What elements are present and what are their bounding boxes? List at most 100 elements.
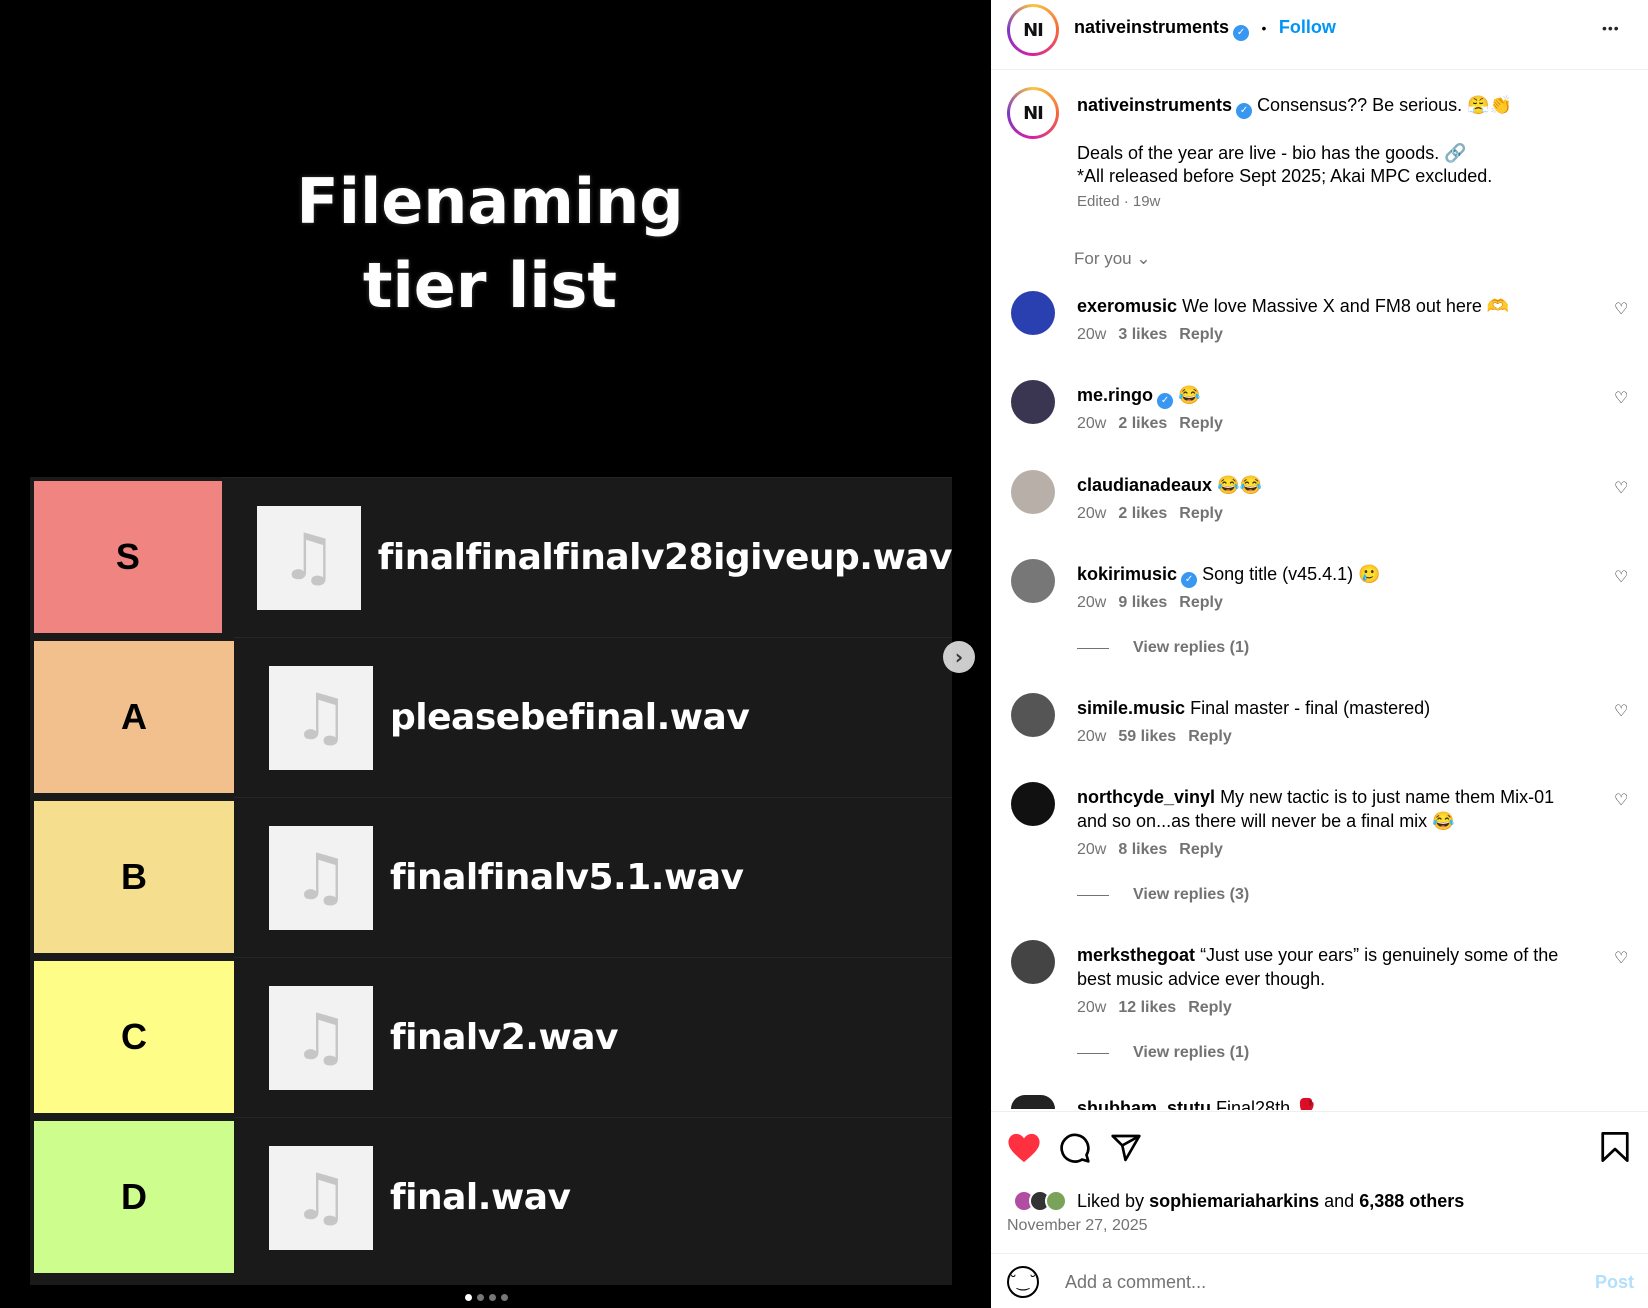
comment-likes[interactable]: 59 likes bbox=[1118, 728, 1176, 745]
comment-body: me.ringo ✓ 😂 bbox=[1077, 383, 1587, 409]
tier-row: S ♫ finalfinalfinalv28igiveup.wav bbox=[30, 477, 953, 637]
divider-line bbox=[1077, 647, 1109, 649]
carousel-indicator bbox=[465, 1294, 508, 1301]
view-replies-button[interactable]: View replies (1) bbox=[1077, 639, 1249, 657]
tier-label: A bbox=[34, 641, 234, 793]
comment-text: Final28th 🥊 bbox=[1216, 1098, 1318, 1110]
like-comment-icon[interactable]: ♡ bbox=[1614, 791, 1632, 809]
view-replies-label: View replies (1) bbox=[1133, 1044, 1250, 1061]
audio-file-thumbnail: ♫ bbox=[269, 665, 373, 770]
author-username[interactable]: nativeinstruments bbox=[1074, 17, 1229, 37]
next-slide-button[interactable]: › bbox=[943, 641, 975, 673]
bookmark-icon[interactable] bbox=[1601, 1132, 1629, 1162]
comment-sort-dropdown[interactable]: For you ⌄ bbox=[1074, 249, 1151, 269]
emoji-picker-icon[interactable]: ˘‿˘ bbox=[1007, 1266, 1039, 1298]
comment-body: northcyde_vinyl My new tactic is to just… bbox=[1077, 785, 1587, 833]
post-viewer: Filenaming tier list S ♫ finalfinalfinal… bbox=[0, 0, 1648, 1308]
comment-username[interactable]: claudianadeaux bbox=[1077, 475, 1212, 495]
like-comment-icon[interactable]: ♡ bbox=[1614, 389, 1632, 407]
comment-input[interactable]: Add a comment... bbox=[1065, 1272, 1206, 1293]
like-comment-icon[interactable]: ♡ bbox=[1614, 479, 1632, 497]
follow-button[interactable]: Follow bbox=[1279, 17, 1336, 37]
comment-meta: 20w 9 likes Reply bbox=[1077, 594, 1223, 612]
post-media[interactable]: Filenaming tier list S ♫ finalfinalfinal… bbox=[0, 0, 991, 1308]
separator: • bbox=[1261, 20, 1267, 36]
carousel-dot bbox=[465, 1294, 472, 1301]
author-avatar[interactable]: NI bbox=[1007, 4, 1059, 56]
more-options-icon[interactable]: ••• bbox=[1602, 20, 1620, 36]
view-replies-button[interactable]: View replies (3) bbox=[1077, 886, 1249, 904]
reply-button[interactable]: Reply bbox=[1179, 594, 1223, 611]
commenter-avatar[interactable] bbox=[1011, 940, 1055, 984]
audio-file-thumbnail: ♫ bbox=[256, 505, 361, 610]
liked-by-prefix: Liked by bbox=[1077, 1191, 1145, 1211]
reply-button[interactable]: Reply bbox=[1179, 415, 1223, 432]
comment-time: 20w bbox=[1077, 728, 1107, 745]
comment-likes[interactable]: 9 likes bbox=[1118, 594, 1167, 611]
caption: nativeinstruments ✓ Consensus?? Be seriou… bbox=[1077, 95, 1627, 210]
share-icon[interactable] bbox=[1110, 1132, 1142, 1164]
caption-text-line2: Deals of the year are live - bio has the… bbox=[1077, 143, 1467, 163]
commenter-avatar[interactable] bbox=[1011, 559, 1055, 603]
tier-label: S bbox=[34, 481, 222, 633]
comment-text: Final master - final (mastered) bbox=[1190, 698, 1431, 718]
tier-row: C ♫ finalv2.wav bbox=[30, 957, 952, 1117]
comment-time: 20w bbox=[1077, 594, 1107, 611]
tier-row: B ♫ finalfinalv5.1.wav bbox=[30, 797, 952, 957]
comment-likes[interactable]: 3 likes bbox=[1118, 326, 1167, 343]
comment-username[interactable]: me.ringo bbox=[1077, 385, 1153, 405]
comment-likes[interactable]: 2 likes bbox=[1118, 505, 1167, 522]
post-comment-button[interactable]: Post bbox=[1595, 1272, 1634, 1293]
audio-file-thumbnail: ♫ bbox=[269, 825, 373, 930]
like-comment-icon[interactable]: ♡ bbox=[1614, 702, 1632, 720]
comment-likes[interactable]: 2 likes bbox=[1118, 415, 1167, 432]
comment-time: 20w bbox=[1077, 326, 1107, 343]
comment-username[interactable]: merksthegoat bbox=[1077, 945, 1195, 965]
commenter-avatar[interactable] bbox=[1011, 380, 1055, 424]
comment-username[interactable]: exeromusic bbox=[1077, 296, 1177, 316]
like-comment-icon[interactable]: ♡ bbox=[1614, 949, 1632, 967]
chevron-down-icon: ⌄ bbox=[1136, 249, 1151, 269]
comment-body: kokirimusic ✓ Song title (v45.4.1) 🥲 bbox=[1077, 562, 1587, 588]
commenter-avatar[interactable] bbox=[1011, 291, 1055, 335]
comment-body: merksthegoat “Just use your ears” is gen… bbox=[1077, 943, 1587, 991]
comment-time: 20w bbox=[1077, 505, 1107, 522]
liked-by-user[interactable]: sophiemariaharkins bbox=[1149, 1191, 1319, 1211]
music-note-icon: ♫ bbox=[292, 1160, 350, 1235]
comment-username[interactable]: shubham_stutu bbox=[1077, 1098, 1211, 1110]
caption-username[interactable]: nativeinstruments bbox=[1077, 95, 1232, 115]
comment-likes[interactable]: 8 likes bbox=[1118, 841, 1167, 858]
like-comment-icon[interactable]: ♡ bbox=[1614, 300, 1632, 318]
comment-meta: 20w 12 likes Reply bbox=[1077, 999, 1232, 1017]
file-name: final.wav bbox=[390, 1177, 571, 1218]
comment-icon[interactable] bbox=[1059, 1132, 1091, 1164]
add-comment-bar: ˘‿˘ Add a comment... Post bbox=[991, 1253, 1648, 1308]
comment-username[interactable]: northcyde_vinyl bbox=[1077, 787, 1215, 807]
reply-button[interactable]: Reply bbox=[1179, 505, 1223, 522]
reply-button[interactable]: Reply bbox=[1188, 999, 1232, 1016]
music-note-icon: ♫ bbox=[280, 520, 338, 595]
carousel-dot bbox=[477, 1294, 484, 1301]
commenter-avatar[interactable] bbox=[1011, 470, 1055, 514]
comment-time: 20w bbox=[1077, 415, 1107, 432]
audio-file-thumbnail: ♫ bbox=[269, 1145, 373, 1250]
comment-text: My new tactic is to just name them Mix-0… bbox=[1220, 787, 1555, 807]
comment-text: Song title (v45.4.1) 🥲 bbox=[1202, 564, 1381, 584]
comment-likes[interactable]: 12 likes bbox=[1118, 999, 1176, 1016]
music-note-icon: ♫ bbox=[292, 1000, 350, 1075]
comment-username[interactable]: kokirimusic bbox=[1077, 564, 1177, 584]
commenter-avatar[interactable] bbox=[1011, 693, 1055, 737]
tier-item: ♫ finalv2.wav bbox=[234, 957, 952, 1117]
comment-username[interactable]: simile.music bbox=[1077, 698, 1185, 718]
like-comment-icon[interactable]: ♡ bbox=[1614, 568, 1632, 586]
reply-button[interactable]: Reply bbox=[1188, 728, 1232, 745]
caption-author-avatar[interactable]: NI bbox=[1007, 87, 1059, 139]
caption-text-line1: Consensus?? Be serious. 😤👏 bbox=[1257, 95, 1513, 115]
commenter-avatar[interactable] bbox=[1011, 1095, 1055, 1109]
view-replies-button[interactable]: View replies (1) bbox=[1077, 1044, 1249, 1062]
reply-button[interactable]: Reply bbox=[1179, 841, 1223, 858]
reply-button[interactable]: Reply bbox=[1179, 326, 1223, 343]
liked-by-others[interactable]: 6,388 others bbox=[1359, 1191, 1464, 1211]
heart-filled-icon[interactable] bbox=[1007, 1132, 1041, 1164]
commenter-avatar[interactable] bbox=[1011, 782, 1055, 826]
